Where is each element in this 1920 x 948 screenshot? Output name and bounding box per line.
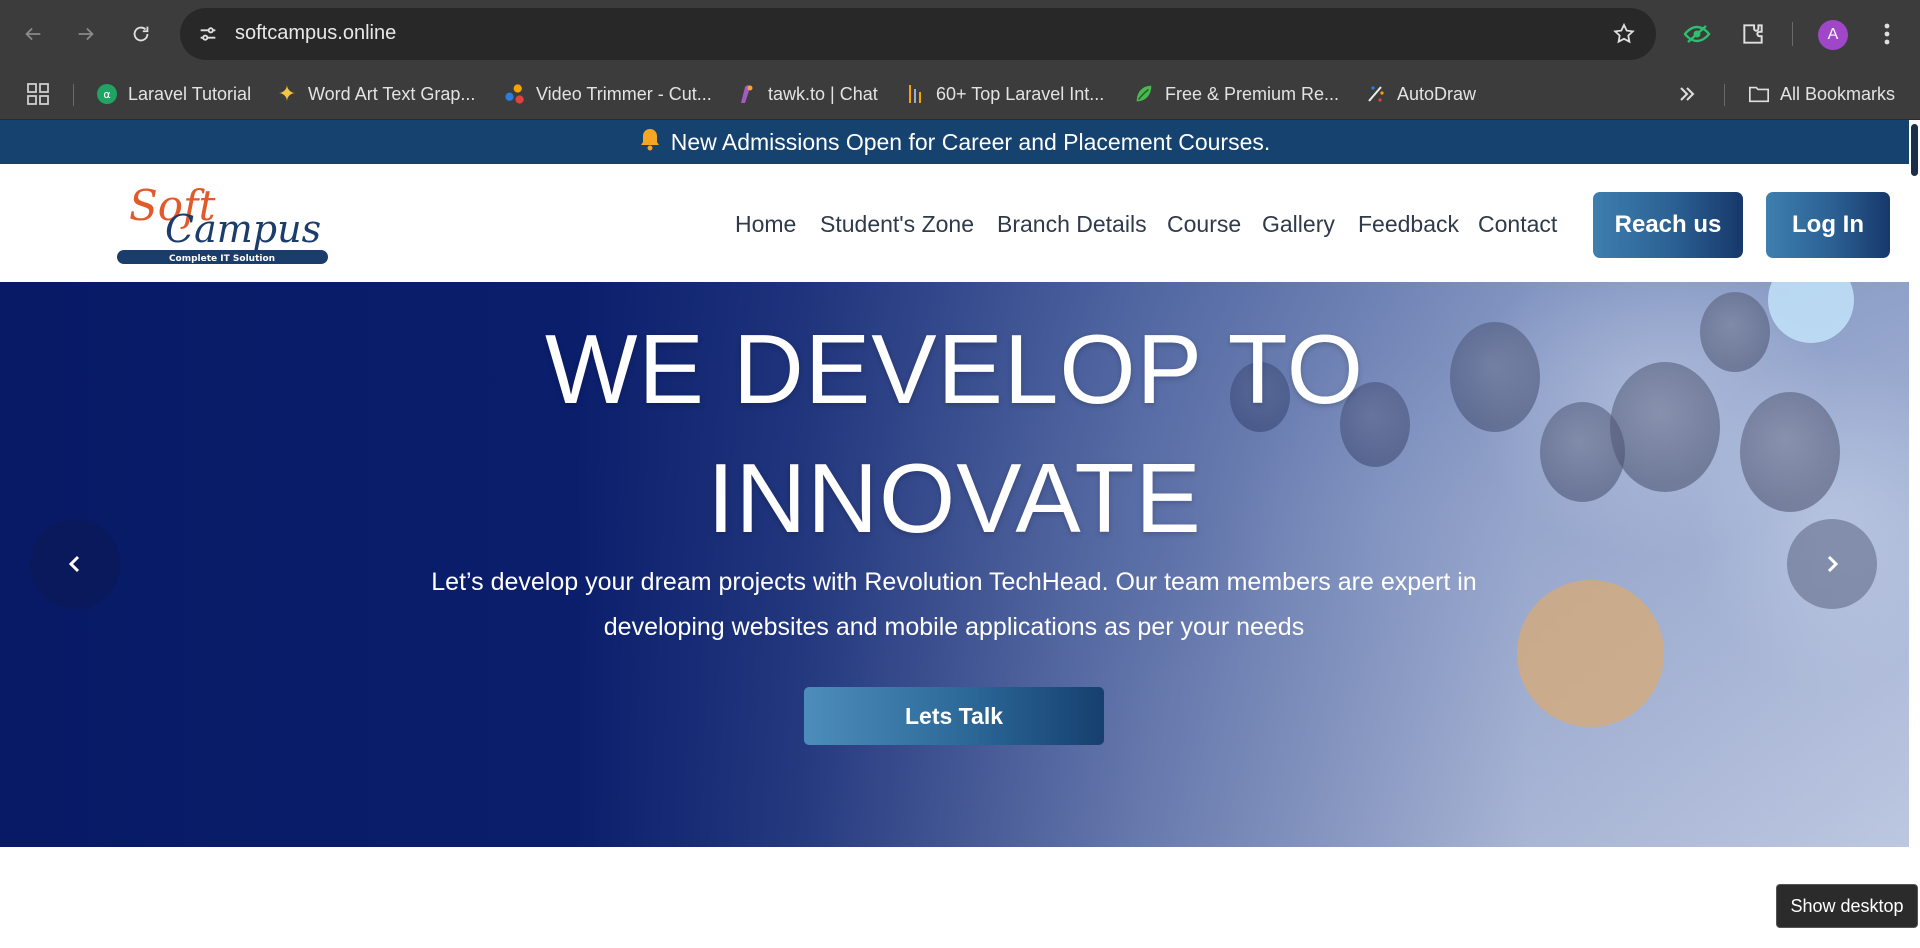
logo-tagline: Complete IT Solution [169,254,275,264]
bookmark-laravel-tutorial[interactable]: α Laravel Tutorial [96,82,251,106]
bookmark-free-premium[interactable]: Free & Premium Re... [1133,82,1339,106]
sparkle-icon: ✦ [277,81,297,106]
reload-button[interactable] [123,16,159,52]
bookmarks-bar: α Laravel Tutorial ✦ Word Art Text Grap.… [0,68,1920,120]
bookmark-video-trimmer[interactable]: Video Trimmer - Cut... [504,82,712,106]
menu-course[interactable]: Course [1167,211,1241,238]
bookmark-laravel-int[interactable]: 60+ Top Laravel Int... [904,82,1104,106]
profile-avatar[interactable]: A [1818,20,1848,50]
bookmark-label: Word Art Text Grap... [308,83,476,104]
lets-talk-button[interactable]: Lets Talk [804,687,1104,745]
browser-toolbar: softcampus.online A [0,0,1920,68]
bookmark-label: Video Trimmer - Cut... [536,83,712,104]
menu-contact[interactable]: Contact [1478,211,1557,238]
bookmark-label: Free & Premium Re... [1165,83,1340,104]
menu-students-zone[interactable]: Student's Zone [820,211,974,238]
reload-icon [133,26,149,42]
arrow-right-icon [78,27,94,41]
hero-subtitle-line1: Let’s develop your dream projects with R… [431,568,1477,596]
apps-grid-icon[interactable] [27,82,49,106]
bookmark-divider [73,84,74,106]
menu-branch-details[interactable]: Branch Details [997,211,1147,238]
all-bookmarks-label: All Bookmarks [1780,83,1896,104]
announcement-text: New Admissions Open for Career and Place… [670,128,1271,155]
chevron-right-icon [1827,555,1839,573]
chat-icon [736,83,758,105]
bell-icon [639,127,661,157]
hero-title-line1: WE DEVELOP TO [544,314,1365,424]
arrow-left-icon [25,27,41,41]
carousel-next-button[interactable] [1787,519,1877,609]
menu-home[interactable]: Home [735,211,796,238]
hero-subtitle-line2: developing websites and mobile applicati… [603,613,1305,641]
chevron-left-icon [68,555,80,573]
pencil-icon [1365,83,1387,105]
leaf-icon [1133,83,1155,105]
bookmark-word-art[interactable]: ✦ Word Art Text Grap... [276,81,476,106]
bookmarks-overflow-icon[interactable] [1678,82,1696,106]
kebab-menu-icon[interactable] [1870,17,1904,51]
site-logo[interactable]: Soft Campus Complete IT Solution [117,180,328,268]
address-bar[interactable]: softcampus.online [180,8,1656,60]
show-desktop-tooltip: Show desktop [1776,884,1918,928]
announcement-bar: New Admissions Open for Career and Place… [0,120,1909,164]
menu-feedback[interactable]: Feedback [1358,211,1459,238]
bookmark-tawk[interactable]: tawk.to | Chat [736,82,878,106]
all-bookmarks[interactable]: All Bookmarks [1748,82,1895,106]
decorative-circle [1517,580,1664,727]
menu-gallery[interactable]: Gallery [1262,211,1335,238]
carousel-prev-button[interactable] [30,519,120,609]
bookmark-label: tawk.to | Chat [768,83,878,104]
dots-icon [504,83,526,105]
svg-text:α: α [103,88,110,101]
bookmark-label: 60+ Top Laravel Int... [936,83,1105,104]
bookmark-autodraw[interactable]: AutoDraw [1365,82,1476,106]
site-info-icon[interactable] [194,20,222,48]
scrollbar-thumb[interactable] [1911,124,1918,176]
hero-title-line2: INNOVATE [707,443,1202,553]
bookmark-label: Laravel Tutorial [128,83,252,104]
forward-button[interactable] [68,16,104,52]
toolbar-divider [1792,22,1793,46]
url-text: softcampus.online [235,22,397,44]
reach-us-button[interactable]: Reach us [1593,192,1743,258]
bookmark-star-icon[interactable] [1610,20,1638,48]
bookmark-divider [1724,84,1725,106]
folder-icon [1748,83,1770,105]
bookmark-label: AutoDraw [1397,83,1477,104]
hero-subtitle: Let’s develop your dream projects with R… [404,560,1504,650]
logo-campus: Campus [165,207,321,251]
laravel-icon: α [96,83,118,105]
hero-carousel: WE DEVELOP TO INNOVATE Let’s develop you… [0,282,1909,847]
login-button[interactable]: Log In [1766,192,1890,258]
eye-extension-icon[interactable] [1680,17,1714,51]
bars-icon [904,83,926,105]
page-scrollbar[interactable] [1909,120,1920,948]
back-button[interactable] [15,16,51,52]
extensions-icon[interactable] [1736,17,1770,51]
